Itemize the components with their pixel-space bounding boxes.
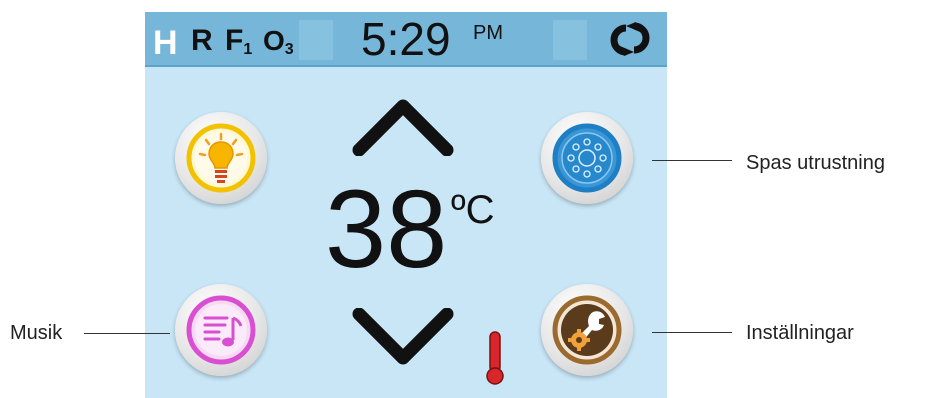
temperature-up-arrow[interactable] xyxy=(351,96,455,156)
music-callout-label: Musik xyxy=(10,322,63,344)
temperature-down-arrow[interactable] xyxy=(351,308,455,368)
sync-icon[interactable] xyxy=(604,22,656,56)
temperature-unit: ºC xyxy=(451,188,495,232)
filter-indicator-letter: F xyxy=(225,24,244,57)
ozone-indicator-number: 3 xyxy=(284,41,294,58)
ready-indicator: R xyxy=(191,24,213,57)
lightbulb-icon xyxy=(186,123,256,193)
spa-control-screen: H R F1 O3 5:29 PM 38 ºC xyxy=(145,12,667,398)
filter-indicator-number: 1 xyxy=(243,41,253,58)
wrench-gear-icon xyxy=(552,295,622,365)
light-button[interactable] xyxy=(175,112,267,204)
clock-time: 5:29 xyxy=(361,13,451,65)
ozone-indicator-letter: O xyxy=(263,25,285,56)
equipment-callout-line xyxy=(652,160,732,161)
music-playlist-icon xyxy=(186,295,256,365)
music-button[interactable] xyxy=(175,284,267,376)
settings-button[interactable] xyxy=(541,284,633,376)
temperature-value: 38 xyxy=(325,168,448,291)
settings-callout-line xyxy=(652,332,732,333)
settings-callout-label: Inställningar xyxy=(746,322,854,344)
equipment-callout-label: Spas utrustning xyxy=(746,152,885,174)
status-placeholder-block xyxy=(553,20,587,60)
thermometer-icon xyxy=(486,331,504,385)
status-bar-divider xyxy=(145,65,667,67)
status-bar: H R F1 O3 5:29 PM xyxy=(145,12,667,67)
filter-indicator: F1 xyxy=(225,24,252,67)
heater-indicator: H xyxy=(153,24,178,62)
clock-ampm: PM xyxy=(473,22,503,44)
ozone-indicator: O3 xyxy=(263,24,294,67)
spa-equipment-button[interactable] xyxy=(541,112,633,204)
jets-icon xyxy=(552,123,622,193)
music-callout-line xyxy=(84,333,170,334)
status-placeholder-block xyxy=(299,20,333,60)
